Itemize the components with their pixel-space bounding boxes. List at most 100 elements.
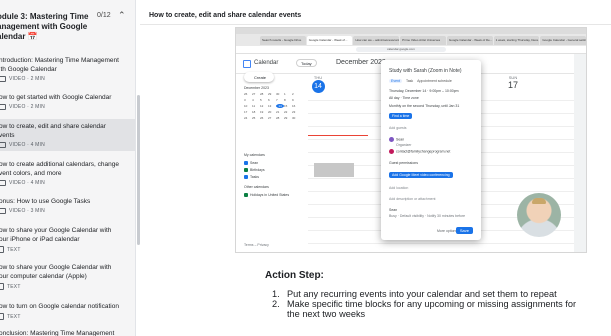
lesson-meta: VIDEO · 3 MIN: [0, 208, 135, 214]
browser-tab: Google Calendar - Week of De...: [446, 36, 493, 45]
add-location: Add location: [389, 186, 409, 190]
list-item: 2. Make specific time blocks for any upco…: [272, 299, 577, 319]
sidebar-lesson-item[interactable]: ow to create, edit and share calendar ve…: [0, 119, 135, 151]
mini-day: 22: [284, 110, 288, 114]
find-time-button: Find a time: [389, 113, 413, 119]
mini-day: 9: [292, 98, 294, 102]
mini-day: 4: [252, 98, 254, 102]
mini-day: 13: [268, 104, 272, 108]
course-sidebar: odule 3: Mastering Time anagement with G…: [0, 0, 136, 336]
mini-month: December 2023: [244, 86, 269, 90]
mini-day: 5: [260, 98, 262, 102]
checkbox-icon: [244, 175, 248, 180]
calendar-item: Holidays in United States: [244, 193, 290, 198]
lesson-meta: VIDEO · 4 MIN: [0, 180, 135, 186]
mini-day: 1: [284, 92, 286, 96]
lesson-meta-text: TEXT: [7, 313, 21, 320]
module-header[interactable]: odule 3: Mastering Time anagement with G…: [0, 8, 135, 52]
chevron-up-icon[interactable]: ⌃: [118, 10, 126, 21]
mini-day: 30: [276, 92, 280, 96]
avatar: [389, 149, 394, 154]
mini-day: 14: [276, 104, 284, 108]
lesson-meta-text: VIDEO · 3 MIN: [9, 208, 45, 214]
lesson-title: ow to create additional calendars, chang…: [0, 161, 119, 177]
lesson-meta-text: VIDEO · 2 MIN: [9, 76, 45, 82]
mini-day: 17: [244, 110, 248, 114]
guest-row: Sean: [389, 137, 475, 142]
checkbox-icon: [244, 161, 248, 166]
action-steps-list: 1. Put any recurring events into your cal…: [272, 289, 585, 319]
sidebar-lesson-item[interactable]: ow to share your Google Calendar with ou…: [0, 263, 135, 290]
mini-day: 2: [292, 92, 294, 96]
lesson-content: How to create, edit and share calendar e…: [140, 0, 611, 336]
mini-day: 28: [276, 116, 280, 120]
lesson-title: onclusion: Mastering Time Management: [0, 330, 115, 336]
sidebar-lesson-item[interactable]: ow to create additional calendars, chang…: [0, 160, 135, 186]
mini-calendar: December 2023 26 27 28 29 30 1 2 3 4 5 6 7 8 9 10 11 12 1…: [244, 86, 304, 120]
mini-day: 10: [244, 104, 248, 108]
browser-tab: Google Calendar - Week of...: [306, 36, 353, 45]
calendar-item: Tasks: [244, 175, 259, 180]
sidebar-lesson-item[interactable]: ow to share your Google Calendar with ou…: [0, 226, 135, 253]
document-icon: [0, 283, 4, 290]
calendar-item: Birthdays: [244, 168, 265, 173]
calendar-name: Tasks: [250, 175, 259, 179]
checkbox-icon: [244, 168, 248, 173]
event-type-tab: Task: [405, 79, 414, 83]
mini-day: 29: [268, 92, 272, 96]
mini-day: 27: [268, 116, 272, 120]
guest-name: Sean: [396, 137, 405, 142]
owner-name: Sean: [389, 208, 398, 212]
day-header: SUN 17: [503, 75, 523, 90]
mini-day: 12: [260, 104, 264, 108]
lesson-title: onus: How to use Google Tasks: [0, 198, 91, 205]
lesson-title: How to create, edit and share calendar e…: [149, 12, 302, 19]
lesson-meta: VIDEO · 2 MIN: [0, 104, 135, 110]
mini-day: 27: [252, 92, 256, 96]
lesson-meta: VIDEO · 4 MIN: [0, 142, 135, 148]
mini-day: 3: [244, 98, 246, 102]
save-button: Save: [455, 227, 473, 234]
mini-day: 18: [252, 110, 256, 114]
sidebar-lesson-item[interactable]: onus: How to use Google Tasks VIDEO · 3 M…: [0, 197, 135, 214]
lesson-meta: TEXT: [0, 283, 135, 290]
mini-day: 21: [276, 110, 280, 114]
browser-tab: 1 week, starting Thursday, Dece: [493, 36, 540, 45]
video-icon: [0, 142, 6, 148]
app-name: Calendar: [254, 60, 279, 66]
list-item: 1. Put any recurring events into your cal…: [272, 289, 557, 299]
lesson-title: ntroduction: Mastering Time Management i…: [0, 57, 119, 73]
lesson-meta-text: TEXT: [7, 246, 21, 253]
sidebar-lesson-item[interactable]: ntroduction: Mastering Time Management i…: [0, 56, 135, 82]
lesson-title: ow to turn on Google calendar notificati…: [0, 303, 119, 310]
browser-tab: Search results - Google Drive: [260, 36, 306, 45]
create-button: Create: [244, 72, 274, 82]
browser-tab: How can we – admin/accesscontrol: [353, 36, 400, 45]
video-icon: [0, 180, 6, 186]
mini-day: 8: [284, 98, 286, 102]
terms-link: Terms – Privacy: [244, 243, 269, 247]
address-bar: calendar.google.com: [236, 46, 586, 54]
lesson-meta-text: TEXT: [7, 283, 21, 290]
sidebar-lesson-item[interactable]: ow to get started with Google Calendar VI…: [0, 93, 135, 110]
mini-day: 20: [268, 110, 272, 114]
guest-permissions: Guest permissions: [389, 161, 418, 165]
mini-day: 25: [252, 116, 256, 120]
repeat-rule: Monthly on the second Thursday, until Ja…: [389, 104, 460, 108]
day-header: THU 14: [308, 75, 328, 93]
avatar: [389, 137, 394, 142]
day-number: 14: [311, 80, 325, 93]
video-icon: [0, 104, 6, 110]
lesson-title: ow to share your Google Calendar with ou…: [0, 227, 112, 243]
lesson-meta-text: VIDEO · 4 MIN: [9, 142, 45, 148]
calendar-logo-icon: [243, 60, 251, 68]
document-icon: [0, 246, 4, 253]
lesson-title: ow to share your Google Calendar with ou…: [0, 264, 112, 280]
guest-role: Organizer: [396, 143, 412, 147]
sidebar-lesson-item[interactable]: onclusion: Mastering Time Management: [0, 329, 135, 336]
calendar-name: Sean: [250, 161, 259, 165]
sidebar-lesson-item[interactable]: ow to turn on Google calendar notificati…: [0, 302, 135, 320]
calendar-name: Holidays in United States: [250, 193, 290, 197]
more-options-link: More options: [437, 229, 458, 233]
calendar-name: Birthdays: [250, 168, 265, 172]
